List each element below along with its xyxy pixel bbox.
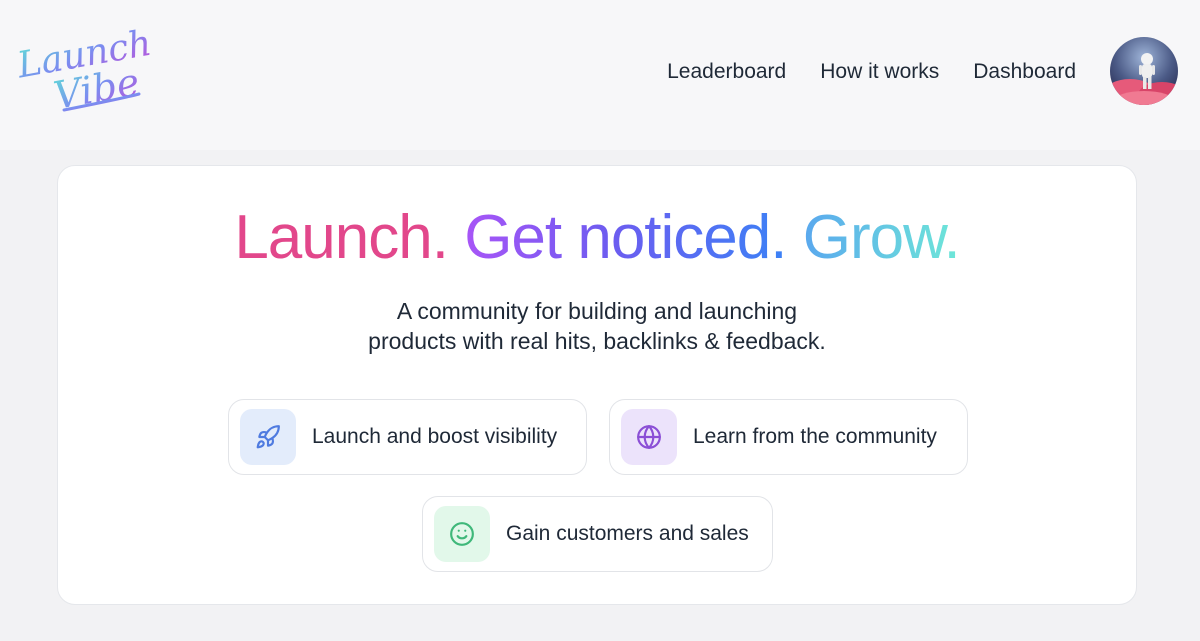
feature-label: Launch and boost visibility <box>312 425 558 448</box>
subtitle-line-2: products with real hits, backlinks & fee… <box>368 328 826 354</box>
feature-gain-customers: Gain customers and sales <box>422 496 773 572</box>
headline-launch: Launch. <box>234 203 449 272</box>
main-nav: Leaderboard How it works Dashboard <box>667 58 1076 86</box>
rocket-icon <box>256 425 280 449</box>
feature-launch-boost: Launch and boost visibility <box>228 399 587 475</box>
nav-leaderboard[interactable]: Leaderboard <box>667 58 786 86</box>
headline-get-noticed: Get noticed. <box>464 203 787 272</box>
feature-label: Gain customers and sales <box>506 522 749 545</box>
nav-how-it-works[interactable]: How it works <box>820 58 939 86</box>
user-avatar[interactable] <box>1110 37 1178 105</box>
feature-icon-box <box>240 409 296 465</box>
launchvibe-logo[interactable]: Launch Vibe <box>14 22 154 116</box>
top-bar: Launch Vibe Leaderboard How it works Das… <box>0 0 1200 150</box>
globe-icon <box>637 425 661 449</box>
headline-grow: Grow. <box>802 203 961 272</box>
hero-subtitle: A community for building and launching p… <box>58 296 1136 356</box>
feature-icon-box <box>621 409 677 465</box>
hero-headline: Launch. Get noticed. Grow. <box>58 202 1136 274</box>
feature-label: Learn from the community <box>693 425 937 448</box>
nav-dashboard[interactable]: Dashboard <box>973 58 1076 86</box>
subtitle-line-1: A community for building and launching <box>396 298 798 324</box>
smile-icon <box>450 522 474 546</box>
feature-icon-box <box>434 506 490 562</box>
hero-card: Launch. Get noticed. Grow. A community f… <box>57 165 1137 605</box>
feature-learn-community: Learn from the community <box>609 399 968 475</box>
